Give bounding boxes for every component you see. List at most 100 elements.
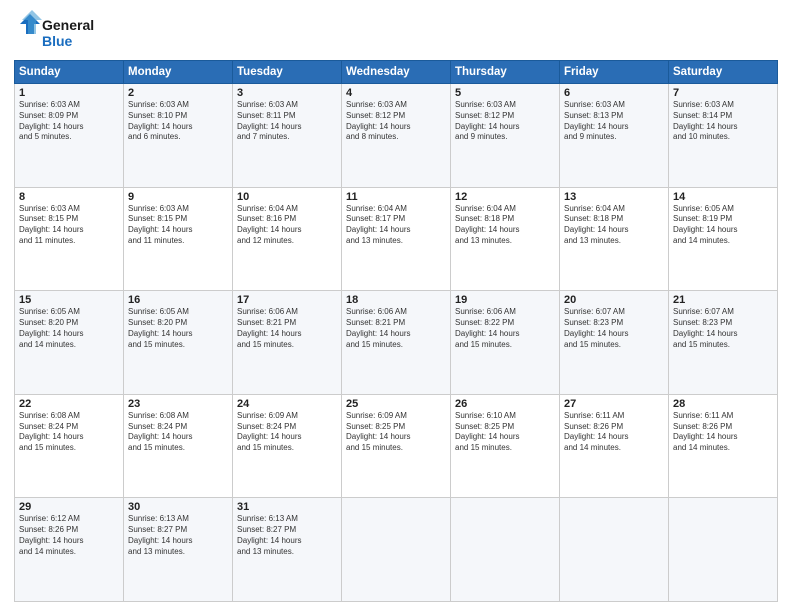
calendar-cell: 2Sunrise: 6:03 AM Sunset: 8:10 PM Daylig… [124, 84, 233, 188]
day-info: Sunrise: 6:05 AM Sunset: 8:20 PM Dayligh… [19, 307, 119, 350]
calendar-cell: 8Sunrise: 6:03 AM Sunset: 8:15 PM Daylig… [15, 187, 124, 291]
day-header-wednesday: Wednesday [342, 61, 451, 84]
day-info: Sunrise: 6:03 AM Sunset: 8:11 PM Dayligh… [237, 100, 337, 143]
week-row-2: 8Sunrise: 6:03 AM Sunset: 8:15 PM Daylig… [15, 187, 778, 291]
day-info: Sunrise: 6:08 AM Sunset: 8:24 PM Dayligh… [19, 411, 119, 454]
day-info: Sunrise: 6:11 AM Sunset: 8:26 PM Dayligh… [673, 411, 773, 454]
calendar-cell: 3Sunrise: 6:03 AM Sunset: 8:11 PM Daylig… [233, 84, 342, 188]
day-header-friday: Friday [560, 61, 669, 84]
calendar-cell: 5Sunrise: 6:03 AM Sunset: 8:12 PM Daylig… [451, 84, 560, 188]
day-info: Sunrise: 6:06 AM Sunset: 8:21 PM Dayligh… [346, 307, 446, 350]
day-info: Sunrise: 6:07 AM Sunset: 8:23 PM Dayligh… [673, 307, 773, 350]
day-number: 14 [673, 191, 773, 203]
general-blue-logo-icon: General Blue [14, 10, 104, 54]
calendar-cell [342, 498, 451, 602]
calendar-cell: 1Sunrise: 6:03 AM Sunset: 8:09 PM Daylig… [15, 84, 124, 188]
day-info: Sunrise: 6:03 AM Sunset: 8:12 PM Dayligh… [346, 100, 446, 143]
calendar-cell: 30Sunrise: 6:13 AM Sunset: 8:27 PM Dayli… [124, 498, 233, 602]
day-header-tuesday: Tuesday [233, 61, 342, 84]
day-number: 10 [237, 191, 337, 203]
calendar-cell: 18Sunrise: 6:06 AM Sunset: 8:21 PM Dayli… [342, 291, 451, 395]
day-number: 18 [346, 294, 446, 306]
day-info: Sunrise: 6:03 AM Sunset: 8:15 PM Dayligh… [19, 204, 119, 247]
day-info: Sunrise: 6:03 AM Sunset: 8:09 PM Dayligh… [19, 100, 119, 143]
day-number: 7 [673, 87, 773, 99]
day-info: Sunrise: 6:03 AM Sunset: 8:14 PM Dayligh… [673, 100, 773, 143]
calendar-cell: 21Sunrise: 6:07 AM Sunset: 8:23 PM Dayli… [669, 291, 778, 395]
day-number: 28 [673, 398, 773, 410]
day-header-thursday: Thursday [451, 61, 560, 84]
calendar-cell: 24Sunrise: 6:09 AM Sunset: 8:24 PM Dayli… [233, 394, 342, 498]
day-number: 2 [128, 87, 228, 99]
day-number: 23 [128, 398, 228, 410]
day-number: 11 [346, 191, 446, 203]
calendar-cell: 17Sunrise: 6:06 AM Sunset: 8:21 PM Dayli… [233, 291, 342, 395]
calendar-cell: 20Sunrise: 6:07 AM Sunset: 8:23 PM Dayli… [560, 291, 669, 395]
day-number: 24 [237, 398, 337, 410]
week-row-1: 1Sunrise: 6:03 AM Sunset: 8:09 PM Daylig… [15, 84, 778, 188]
day-info: Sunrise: 6:04 AM Sunset: 8:16 PM Dayligh… [237, 204, 337, 247]
day-number: 15 [19, 294, 119, 306]
day-number: 12 [455, 191, 555, 203]
day-info: Sunrise: 6:09 AM Sunset: 8:24 PM Dayligh… [237, 411, 337, 454]
day-info: Sunrise: 6:03 AM Sunset: 8:15 PM Dayligh… [128, 204, 228, 247]
day-info: Sunrise: 6:13 AM Sunset: 8:27 PM Dayligh… [128, 514, 228, 557]
calendar-cell: 27Sunrise: 6:11 AM Sunset: 8:26 PM Dayli… [560, 394, 669, 498]
calendar-cell: 11Sunrise: 6:04 AM Sunset: 8:17 PM Dayli… [342, 187, 451, 291]
calendar-cell: 10Sunrise: 6:04 AM Sunset: 8:16 PM Dayli… [233, 187, 342, 291]
day-number: 5 [455, 87, 555, 99]
calendar-body: 1Sunrise: 6:03 AM Sunset: 8:09 PM Daylig… [15, 84, 778, 602]
week-row-3: 15Sunrise: 6:05 AM Sunset: 8:20 PM Dayli… [15, 291, 778, 395]
day-number: 20 [564, 294, 664, 306]
week-row-5: 29Sunrise: 6:12 AM Sunset: 8:26 PM Dayli… [15, 498, 778, 602]
calendar-cell: 6Sunrise: 6:03 AM Sunset: 8:13 PM Daylig… [560, 84, 669, 188]
day-info: Sunrise: 6:04 AM Sunset: 8:18 PM Dayligh… [455, 204, 555, 247]
day-number: 29 [19, 501, 119, 513]
day-number: 17 [237, 294, 337, 306]
day-info: Sunrise: 6:05 AM Sunset: 8:20 PM Dayligh… [128, 307, 228, 350]
calendar-table: SundayMondayTuesdayWednesdayThursdayFrid… [14, 60, 778, 602]
day-info: Sunrise: 6:13 AM Sunset: 8:27 PM Dayligh… [237, 514, 337, 557]
day-number: 8 [19, 191, 119, 203]
day-info: Sunrise: 6:08 AM Sunset: 8:24 PM Dayligh… [128, 411, 228, 454]
svg-text:Blue: Blue [42, 33, 73, 49]
day-number: 13 [564, 191, 664, 203]
day-info: Sunrise: 6:03 AM Sunset: 8:12 PM Dayligh… [455, 100, 555, 143]
week-row-4: 22Sunrise: 6:08 AM Sunset: 8:24 PM Dayli… [15, 394, 778, 498]
header-row: SundayMondayTuesdayWednesdayThursdayFrid… [15, 61, 778, 84]
calendar-cell: 4Sunrise: 6:03 AM Sunset: 8:12 PM Daylig… [342, 84, 451, 188]
day-info: Sunrise: 6:04 AM Sunset: 8:18 PM Dayligh… [564, 204, 664, 247]
day-header-saturday: Saturday [669, 61, 778, 84]
calendar-cell: 13Sunrise: 6:04 AM Sunset: 8:18 PM Dayli… [560, 187, 669, 291]
day-info: Sunrise: 6:03 AM Sunset: 8:10 PM Dayligh… [128, 100, 228, 143]
calendar-header: SundayMondayTuesdayWednesdayThursdayFrid… [15, 61, 778, 84]
calendar-cell: 31Sunrise: 6:13 AM Sunset: 8:27 PM Dayli… [233, 498, 342, 602]
day-info: Sunrise: 6:09 AM Sunset: 8:25 PM Dayligh… [346, 411, 446, 454]
day-number: 21 [673, 294, 773, 306]
calendar-cell [451, 498, 560, 602]
day-number: 4 [346, 87, 446, 99]
calendar-cell [560, 498, 669, 602]
day-info: Sunrise: 6:06 AM Sunset: 8:21 PM Dayligh… [237, 307, 337, 350]
calendar-cell: 22Sunrise: 6:08 AM Sunset: 8:24 PM Dayli… [15, 394, 124, 498]
day-info: Sunrise: 6:10 AM Sunset: 8:25 PM Dayligh… [455, 411, 555, 454]
day-number: 26 [455, 398, 555, 410]
day-number: 31 [237, 501, 337, 513]
day-info: Sunrise: 6:12 AM Sunset: 8:26 PM Dayligh… [19, 514, 119, 557]
svg-text:General: General [42, 17, 94, 33]
day-number: 6 [564, 87, 664, 99]
day-header-sunday: Sunday [15, 61, 124, 84]
calendar-cell: 25Sunrise: 6:09 AM Sunset: 8:25 PM Dayli… [342, 394, 451, 498]
header: General Blue [14, 10, 778, 54]
calendar-cell: 12Sunrise: 6:04 AM Sunset: 8:18 PM Dayli… [451, 187, 560, 291]
day-number: 25 [346, 398, 446, 410]
day-info: Sunrise: 6:04 AM Sunset: 8:17 PM Dayligh… [346, 204, 446, 247]
calendar-cell: 16Sunrise: 6:05 AM Sunset: 8:20 PM Dayli… [124, 291, 233, 395]
calendar-cell: 28Sunrise: 6:11 AM Sunset: 8:26 PM Dayli… [669, 394, 778, 498]
calendar-cell: 7Sunrise: 6:03 AM Sunset: 8:14 PM Daylig… [669, 84, 778, 188]
day-number: 3 [237, 87, 337, 99]
day-number: 30 [128, 501, 228, 513]
day-header-monday: Monday [124, 61, 233, 84]
day-info: Sunrise: 6:11 AM Sunset: 8:26 PM Dayligh… [564, 411, 664, 454]
day-number: 9 [128, 191, 228, 203]
